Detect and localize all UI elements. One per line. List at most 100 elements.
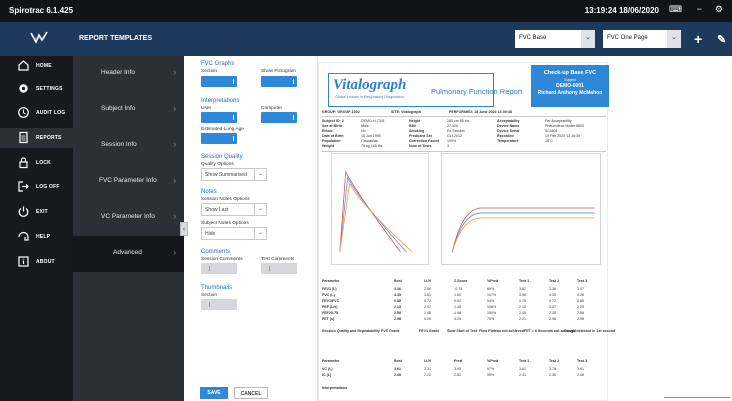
table-cell: 2.36 (549, 373, 556, 377)
nav-item-exit[interactable]: EXIT (0, 202, 73, 222)
advanced-settings-panel: FVC Graphs Section Show Pictogram Interp… (188, 56, 318, 401)
nav-item-settings[interactable]: SETTINGS (0, 79, 73, 99)
info-cell: 18 Jun 1990 (361, 134, 381, 138)
cancel-button[interactable]: CANCEL (234, 387, 268, 399)
volume-time-curve (451, 217, 595, 253)
computer-label: Computer (261, 106, 283, 111)
test-type-value: FVC Base (519, 35, 547, 41)
session-notes-value: Show Last (205, 207, 229, 213)
session-notes-select[interactable]: Show Last ⌄ (201, 203, 267, 216)
vitalograph-logo-icon (30, 31, 48, 44)
show-pictogram-toggle[interactable] (261, 76, 297, 87)
nav-item-label: HELP (36, 234, 51, 240)
nav-item-audit-log[interactable]: AUDIT LOG (0, 103, 73, 123)
add-icon[interactable]: + (694, 31, 702, 47)
nav-item-lock[interactable]: LOCK (0, 153, 73, 173)
template-item-label: Subject Info (101, 105, 136, 112)
test-type-select[interactable]: FVC Base ⌄ (515, 30, 595, 48)
template-item-header-info[interactable]: Header Info › (73, 56, 184, 92)
report-title: Pulmonary Function Report (431, 87, 523, 96)
template-item-advanced[interactable]: Advanced › (73, 236, 184, 272)
table-cell: 3.36 (394, 287, 401, 291)
template-item-label: Header Info (101, 69, 135, 76)
layout-select[interactable]: FVC One Page ⌄ (603, 30, 681, 48)
info-cell: Sex at Birth (322, 124, 342, 128)
subject-id: DEMO-0001 (556, 83, 584, 89)
divider (322, 151, 606, 152)
table-cell: 2.98 (577, 317, 584, 321)
report-preview: Vitalograph Global Leader in Respiratory… (318, 56, 732, 401)
scroll-indicator[interactable] (664, 397, 730, 398)
subject-label: Subject (564, 78, 576, 82)
save-button[interactable]: SAVE (200, 387, 228, 399)
notes-title: Notes (201, 189, 217, 195)
nav-item-home[interactable]: HOME (0, 56, 73, 76)
interpretations-heading: Interpretations (322, 386, 348, 390)
interpretations-title: Interpretations (201, 98, 240, 104)
table-cell: 3.61 (424, 293, 431, 297)
table-header-cell: Test 1 (519, 279, 530, 283)
template-item-subject-info[interactable]: Subject Info › (73, 92, 184, 128)
info-cell: Male (361, 124, 369, 128)
table-header-cell: %Pred (487, 279, 499, 283)
info-cell: Subject ID: 2 (322, 119, 344, 123)
nav-item-reports[interactable]: REPORTS (0, 128, 73, 148)
collapse-panel-button[interactable]: ‹ (180, 222, 188, 236)
fvc-graphs-section-toggle[interactable] (201, 76, 237, 87)
app-title: Spirotrac 6.1.425 (9, 6, 74, 15)
info-cell: Device Serial (497, 129, 520, 133)
table-cell: 3.61 (519, 367, 526, 371)
estimated-lung-age-toggle[interactable] (201, 133, 237, 144)
table-cell: 107% (487, 293, 497, 297)
report-page: Vitalograph Global Leader in Respiratory… (318, 62, 615, 401)
subject-notes-select[interactable]: Hide ⌄ (201, 227, 267, 240)
table-cell: 2.89 (424, 287, 431, 291)
settings-gear-icon[interactable]: ⚙ (715, 4, 723, 15)
subject-notes-label: Subject Notes Options (201, 221, 249, 226)
chevron-right-icon: › (173, 176, 176, 185)
test-comments-label: Test Comments (261, 257, 295, 262)
table-cell: 3.52 (519, 287, 526, 291)
table-cell: 1.50 (454, 293, 461, 297)
nav-item-help[interactable]: HELP (0, 227, 73, 247)
chevron-right-icon: › (173, 104, 176, 113)
template-item-session-info[interactable]: Session Info › (73, 128, 184, 164)
user-interpretation-toggle[interactable] (201, 112, 237, 123)
table-header-cell: Parameter (322, 279, 340, 283)
template-item-vc-parameter-info[interactable]: VC Parameter Info › (73, 200, 184, 236)
session-comments-toggle[interactable] (201, 263, 237, 274)
table-cell: 2.07 (424, 305, 431, 309)
table-cell: 2.52 (454, 373, 461, 377)
table-header-cell: Best (394, 279, 402, 283)
info-cell: Predicted Set (409, 134, 432, 138)
table-cell: 2.98 (394, 317, 401, 321)
quality-options-select[interactable]: Show Summarised ⌄ (201, 168, 267, 181)
nav-item-log-off[interactable]: LOG OFF (0, 177, 73, 197)
table-cell: 97% (487, 367, 495, 371)
table-header-cell: Test 1 (519, 359, 530, 363)
test-name: Check-up Base FVC (543, 70, 597, 76)
table-cell: 4.25 (454, 317, 461, 321)
keyboard-icon[interactable]: ⌨ (669, 4, 682, 15)
table-header-cell: LLN (424, 359, 431, 363)
table-cell: 2.58 (394, 311, 401, 315)
vitalograph-brand: Vitalograph (333, 77, 407, 93)
thumbnails-section-toggle[interactable] (201, 299, 237, 310)
quality-options-value: Show Summarised (205, 172, 247, 178)
divider (322, 116, 606, 117)
gear-icon (19, 84, 28, 93)
nav-item-about[interactable]: ABOUT (0, 252, 73, 272)
thumbnails-title: Thumbnails (201, 285, 233, 291)
template-item-label: VC Parameter Info (101, 213, 155, 220)
about-icon (18, 256, 29, 267)
fvc-graphs-title: FVC Graphs (201, 61, 235, 67)
template-item-fvc-parameter-info[interactable]: FVC Parameter Info › (73, 164, 184, 200)
table-header-cell: Best (394, 359, 402, 363)
nav-item-label: REPORTS (36, 135, 62, 141)
edit-icon[interactable]: ✎ (717, 33, 726, 46)
computer-interpretation-toggle[interactable] (261, 112, 297, 123)
test-comments-toggle[interactable] (261, 263, 297, 274)
table-cell: 3.98 (519, 293, 526, 297)
nav-item-label: AUDIT LOG (36, 110, 66, 116)
minimize-button[interactable]: − (697, 4, 702, 14)
